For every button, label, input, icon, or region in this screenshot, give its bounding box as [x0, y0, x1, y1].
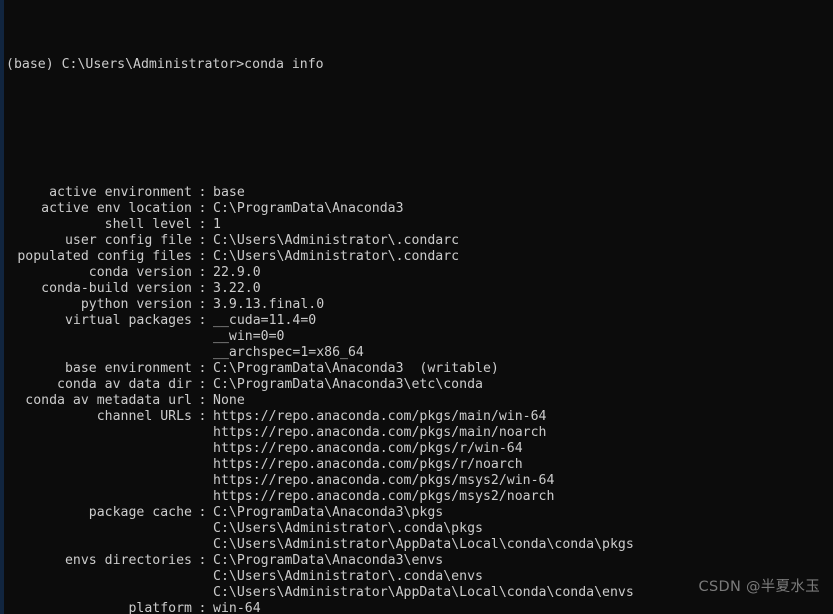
info-row-continuation: C:\Users\Administrator\.conda\pkgs	[6, 521, 833, 537]
info-row-label: conda av metadata url	[25, 393, 192, 408]
info-row-label: active environment	[49, 185, 192, 200]
info-row-label: platform	[128, 601, 192, 614]
info-row-value: 22.9.0	[213, 265, 261, 280]
info-row: package cache: C:\ProgramData\Anaconda3\p…	[6, 505, 833, 521]
info-row-separator: :	[198, 233, 207, 248]
info-row-continuation: __win=0=0	[6, 329, 833, 345]
info-row: envs directories: C:\ProgramData\Anaconda…	[6, 553, 833, 569]
info-row: channel URLs: https://repo.anaconda.com/p…	[6, 409, 833, 425]
info-row-label: envs directories	[64, 553, 192, 568]
info-row-value: base	[213, 185, 245, 200]
info-row-continuation: https://repo.anaconda.com/pkgs/msys2/noa…	[6, 489, 833, 505]
info-row-separator: :	[198, 201, 207, 216]
info-row-continuation: C:\Users\Administrator\AppData\Local\con…	[6, 537, 833, 553]
info-row-value: C:\Users\Administrator\.conda\pkgs	[213, 521, 483, 536]
info-row-label: conda version	[88, 265, 192, 280]
info-row: populated config files: C:\Users\Administ…	[6, 249, 833, 265]
info-row-value: C:\ProgramData\Anaconda3\envs	[213, 553, 444, 568]
info-row-separator: :	[198, 185, 207, 200]
info-row-label: conda av data dir	[57, 377, 192, 392]
info-row-continuation: __archspec=1=x86_64	[6, 345, 833, 361]
info-row-value: __archspec=1=x86_64	[213, 345, 364, 360]
info-row-value: C:\Users\Administrator\.condarc	[213, 233, 460, 248]
conda-info-block: active environment: base active env locati…	[6, 185, 833, 614]
info-row-value: C:\ProgramData\Anaconda3\etc\conda	[213, 377, 483, 392]
info-row-value: C:\ProgramData\Anaconda3\pkgs	[213, 505, 444, 520]
info-row-continuation: https://repo.anaconda.com/pkgs/main/noar…	[6, 425, 833, 441]
info-row: platform: win-64	[6, 601, 833, 614]
info-row-value: C:\Users\Administrator\AppData\Local\con…	[213, 585, 634, 600]
info-row: shell level:1	[6, 217, 833, 233]
info-row-label: shell level	[104, 217, 192, 232]
info-row-separator: :	[198, 265, 207, 280]
info-row-value: https://repo.anaconda.com/pkgs/r/win-64	[213, 441, 523, 456]
info-row-label: package cache	[88, 505, 192, 520]
info-row-value: 3.22.0	[213, 281, 261, 296]
info-row-label: base environment	[64, 361, 192, 376]
csdn-watermark: CSDN @半夏水玉	[698, 579, 820, 595]
info-row: active env location: C:\ProgramData\Anaco…	[6, 201, 833, 217]
info-row-value: None	[213, 393, 245, 408]
info-row: conda av data dir: C:\ProgramData\Anacond…	[6, 377, 833, 393]
info-row-separator: :	[198, 409, 207, 424]
info-row-separator: :	[198, 361, 207, 376]
info-row-value: C:\Users\Administrator\.condarc	[213, 249, 460, 264]
info-row-label: virtual packages	[64, 313, 192, 328]
info-row-value: win-64	[213, 601, 261, 614]
info-row-separator: :	[198, 377, 207, 392]
info-row-continuation: https://repo.anaconda.com/pkgs/r/win-64	[6, 441, 833, 457]
info-row-separator: :	[198, 393, 207, 408]
terminal-window[interactable]: (base) C:\Users\Administrator>conda info…	[0, 0, 833, 614]
info-row-value: https://repo.anaconda.com/pkgs/msys2/noa…	[213, 489, 555, 504]
info-row-separator: :	[198, 505, 207, 520]
prompt-line-conda-info: (base) C:\Users\Administrator>conda info	[6, 57, 324, 72]
info-row-separator: :	[198, 281, 207, 296]
info-row: base environment: C:\ProgramData\Anaconda…	[6, 361, 833, 377]
info-row: user config file: C:\Users\Administrator\…	[6, 233, 833, 249]
info-row-value: C:\Users\Administrator\AppData\Local\con…	[213, 537, 634, 552]
info-row: python version:3.9.13.final.0	[6, 297, 833, 313]
info-row: conda av metadata url: None	[6, 393, 833, 409]
info-row-label: populated config files	[17, 249, 192, 264]
info-row-label: conda-build version	[41, 281, 192, 296]
info-row-label: user config file	[64, 233, 192, 248]
info-row-separator: :	[198, 297, 207, 312]
console-output-area[interactable]: (base) C:\Users\Administrator>conda info…	[4, 0, 833, 614]
info-row-value: https://repo.anaconda.com/pkgs/r/noarch	[213, 457, 523, 472]
info-row-separator: :	[198, 249, 207, 264]
info-row: active environment: base	[6, 185, 833, 201]
info-row-continuation: https://repo.anaconda.com/pkgs/msys2/win…	[6, 473, 833, 489]
info-row-value: 3.9.13.final.0	[213, 297, 325, 312]
info-row-separator: :	[198, 313, 207, 328]
info-row: conda version:22.9.0	[6, 265, 833, 281]
info-row-value: C:\ProgramData\Anaconda3	[213, 201, 404, 216]
info-row-label: channel URLs	[96, 409, 192, 424]
info-row-label: active env location	[41, 201, 192, 216]
info-row-value: __cuda=11.4=0	[213, 313, 317, 328]
info-row-label: python version	[80, 297, 192, 312]
info-row-value: https://repo.anaconda.com/pkgs/main/noar…	[213, 425, 547, 440]
info-row-value: https://repo.anaconda.com/pkgs/msys2/win…	[213, 473, 555, 488]
info-row-continuation: https://repo.anaconda.com/pkgs/r/noarch	[6, 457, 833, 473]
info-row-separator: :	[198, 553, 207, 568]
info-row-value: C:\ProgramData\Anaconda3 (writable)	[213, 361, 499, 376]
info-row-value: C:\Users\Administrator\.conda\envs	[213, 569, 483, 584]
info-row-value: https://repo.anaconda.com/pkgs/main/win-…	[213, 409, 547, 424]
info-row: virtual packages: __cuda=11.4=0	[6, 313, 833, 329]
info-row-separator: :	[198, 217, 207, 232]
info-row-value: __win=0=0	[213, 329, 285, 344]
info-row-separator: :	[198, 601, 207, 614]
info-row: conda-build version:3.22.0	[6, 281, 833, 297]
info-row-value: 1	[213, 217, 221, 232]
